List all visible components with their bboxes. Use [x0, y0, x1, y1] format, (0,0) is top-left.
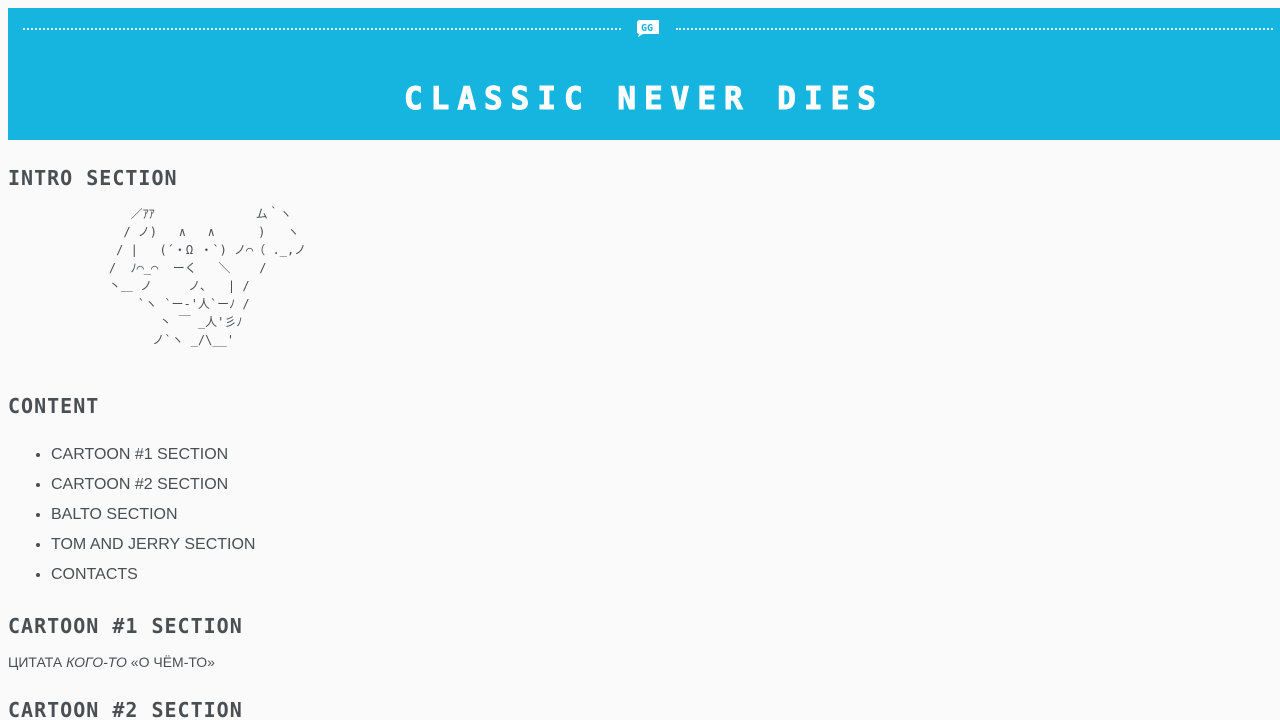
content-list: CARTOON #1 SECTION CARTOON #2 SECTION BA…: [8, 440, 255, 590]
ascii-art-cat: ／ｱｱ ム｀ヽ / ノ) ∧ ∧ ) ヽ / | (´・Ω ・`) ノ⌒（ ._…: [108, 207, 307, 347]
list-item: CARTOON #2 SECTION: [51, 470, 255, 500]
list-item: TOM AND JERRY SECTION: [51, 530, 255, 560]
toc-link-cartoon-1[interactable]: CARTOON #1 SECTION: [51, 446, 228, 463]
svg-text:GG: GG: [641, 23, 653, 34]
cartoon-1-quote: ЦИТАТА КОГО-ТО «О ЧЁМ-ТО»: [8, 654, 215, 670]
page: GG CLASSIC NEVER DIES INTRO SECTION ／ｱｱ …: [0, 0, 1280, 720]
header-banner: GG CLASSIC NEVER DIES: [8, 8, 1280, 140]
site-title: CLASSIC NEVER DIES: [404, 80, 884, 117]
toc-link-balto[interactable]: BALTO SECTION: [51, 506, 178, 523]
toc-link-cartoon-2[interactable]: CARTOON #2 SECTION: [51, 476, 228, 493]
toc-link-contacts[interactable]: CONTACTS: [51, 566, 138, 583]
list-item: BALTO SECTION: [51, 500, 255, 530]
toc-link-tom-and-jerry[interactable]: TOM AND JERRY SECTION: [51, 536, 255, 553]
cartoon-2-section-heading: CARTOON #2 SECTION: [8, 698, 243, 720]
banner-divider-right: [676, 28, 1273, 30]
intro-section-heading: INTRO SECTION: [8, 166, 178, 190]
list-item: CARTOON #1 SECTION: [51, 440, 255, 470]
cartoon-1-section-heading: CARTOON #1 SECTION: [8, 614, 243, 638]
quote-prefix: ЦИТАТА: [8, 654, 67, 670]
quote-author: КОГО-ТО: [66, 654, 127, 670]
list-item: CONTACTS: [51, 560, 255, 590]
content-heading: CONTENT: [8, 394, 100, 418]
quote-text: «О ЧЁМ-ТО»: [126, 654, 215, 670]
quote-icon: GG: [637, 20, 659, 37]
banner-divider-left: [23, 28, 621, 30]
